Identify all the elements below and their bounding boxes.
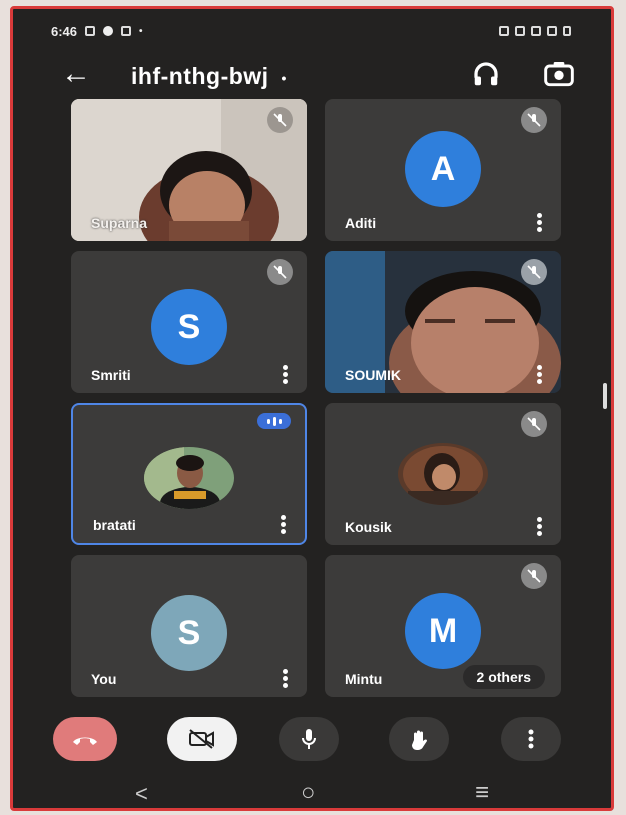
end-call-button[interactable] [53,717,117,761]
system-nav-bar: < ○ ≡ [13,779,611,808]
muted-mic-icon [521,563,547,589]
participant-tile[interactable]: A Aditi [325,99,561,241]
avatar: S [151,595,227,671]
self-tile[interactable]: S You [71,555,307,697]
participant-name: Suparna [91,215,148,231]
scrollbar-thumb[interactable] [603,383,607,409]
participant-name: You [91,671,117,687]
participant-tile[interactable]: Kousik [325,403,561,545]
participant-name: Kousik [345,519,392,535]
headphones-icon[interactable] [471,59,505,93]
camera-toggle-button[interactable] [167,717,237,761]
signal2-icon [547,26,557,36]
participant-tile[interactable]: Suparna [71,99,307,241]
microphone-button[interactable] [279,717,339,761]
meeting-title[interactable]: ihf-nthg-bwj • [131,63,287,90]
muted-mic-icon [267,259,293,285]
more-options-icon[interactable] [537,517,543,537]
participant-tile-active[interactable]: bratati [71,403,307,545]
raise-hand-button[interactable] [389,717,449,761]
dropdown-dot: • [281,69,287,86]
nav-recents-button[interactable]: ≡ [475,779,489,807]
photo-icon [121,26,132,36]
speaking-indicator-icon [257,413,291,429]
call-controls [13,717,611,769]
muted-mic-icon [521,259,547,285]
status-time: 6:46 [51,23,78,39]
participant-name: SOUMIK [345,367,401,383]
more-options-icon[interactable] [281,515,287,535]
participant-tile[interactable]: M Mintu 2 others [325,555,561,697]
participant-tile[interactable]: S Smriti [71,251,307,393]
more-options-icon[interactable] [537,213,543,233]
avatar [144,447,234,509]
muted-mic-icon [521,107,547,133]
avatar [398,443,488,505]
signal-icon [531,26,541,36]
muted-mic-icon [267,107,293,133]
meeting-code: ihf-nthg-bwj [131,63,269,89]
avatar: S [151,289,227,365]
avatar: A [405,131,481,207]
participant-name: Aditi [345,215,377,231]
nav-back-button[interactable]: < [135,781,148,807]
muted-mic-icon [521,411,547,437]
more-options-icon[interactable] [283,365,289,385]
back-arrow-icon[interactable]: ← [61,59,91,89]
status-bar: 6:46 • [51,21,571,41]
more-options-icon[interactable] [537,365,543,385]
more-notifications-icon: • [139,25,143,37]
switch-camera-icon[interactable] [543,59,577,93]
more-options-button[interactable] [501,717,561,761]
status-icons [499,26,571,36]
more-options-icon[interactable] [283,669,289,689]
meeting-header: ← ihf-nthg-bwj • [13,49,611,105]
others-badge[interactable]: 2 others [462,665,545,689]
battery-icon [563,26,571,36]
alarm-icon [499,26,509,36]
avatar: M [405,593,481,669]
participant-name: bratati [93,517,136,533]
phone-screen: 6:46 • ← ihf-nthg-bwj • Suparna A Aditi … [10,6,614,811]
chat-icon [103,26,114,36]
participant-name: Mintu [345,671,383,687]
nav-home-button[interactable]: ○ [301,779,316,807]
notification-icon [85,26,96,36]
wifi-icon [515,26,525,36]
participant-name: Smriti [91,367,131,383]
participant-tile[interactable]: SOUMIK [325,251,561,393]
